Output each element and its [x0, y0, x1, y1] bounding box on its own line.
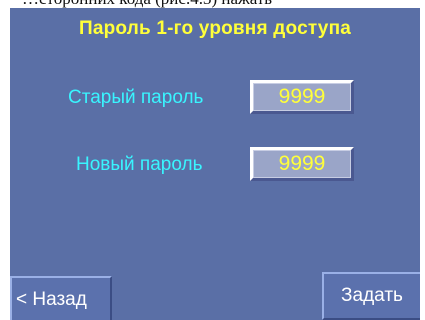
new-password-field[interactable]: 9999: [250, 147, 354, 181]
document-text-fragment: …сторонних кода (рис.4.3) нажать: [0, 0, 425, 8]
document-text: …сторонних кода (рис.4.3) нажать: [22, 0, 272, 8]
old-password-label: Старый пароль: [68, 87, 204, 108]
password-screen: Пароль 1-го уровня доступа Старый пароль…: [10, 8, 420, 320]
screen-title: Пароль 1-го уровня доступа: [78, 18, 352, 39]
back-button[interactable]: < Назад: [10, 276, 112, 320]
old-password-field[interactable]: 9999: [250, 80, 354, 114]
new-password-label: Новый пароль: [76, 154, 203, 175]
set-button[interactable]: Задать: [322, 272, 420, 320]
